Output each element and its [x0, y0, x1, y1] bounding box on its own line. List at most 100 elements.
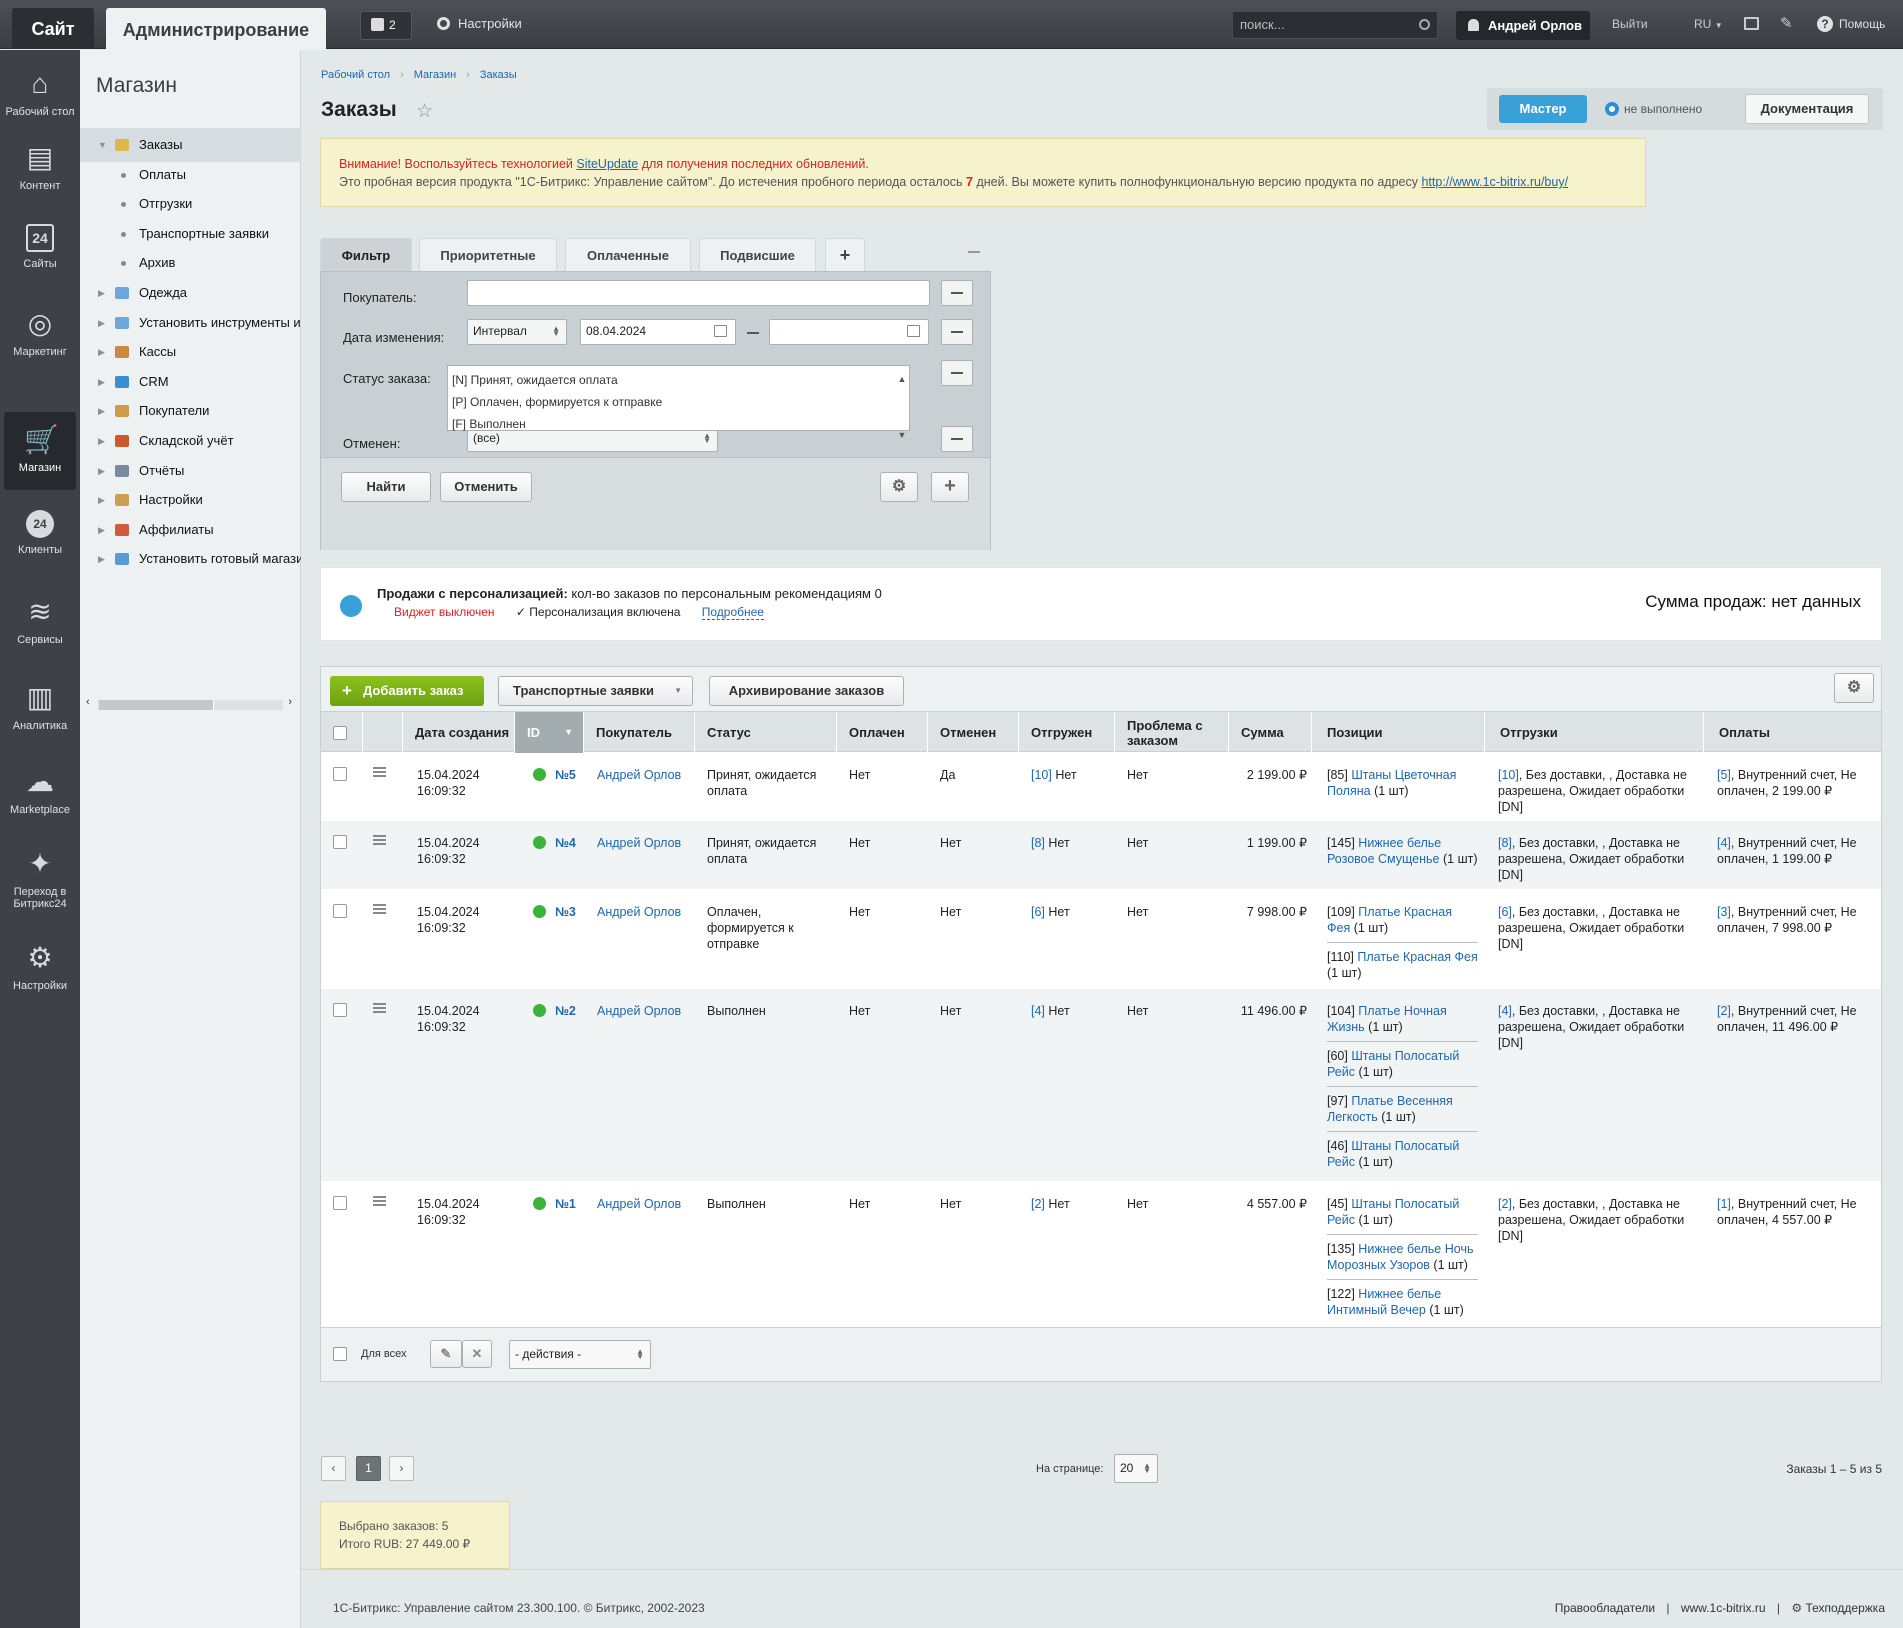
row-menu-icon[interactable] — [373, 835, 386, 847]
scroll-left-icon[interactable]: ‹ — [86, 696, 90, 708]
calendar-icon[interactable] — [907, 325, 920, 337]
col-paid[interactable]: Оплачен — [837, 712, 928, 753]
breadcrumb-item[interactable]: Магазин — [414, 69, 456, 81]
position-link[interactable]: Платье Красная Фея — [1357, 950, 1477, 964]
iconbar-item-sites[interactable]: 24 Сайты — [4, 224, 76, 270]
star-icon[interactable]: ☆ — [416, 100, 433, 123]
breadcrumb-item[interactable]: Заказы — [480, 69, 517, 81]
date-mode-select[interactable]: Интервал ▲ ▼ — [467, 319, 567, 345]
select-all-checkbox[interactable] — [333, 725, 347, 740]
row-checkbox[interactable] — [333, 1003, 347, 1017]
actions-select[interactable]: - действия - ▲ ▼ — [509, 1340, 651, 1369]
table-settings-button[interactable]: ⚙ — [1834, 673, 1874, 703]
shipment-link[interactable]: [6] — [1498, 905, 1512, 919]
shipped-link[interactable]: [10] — [1031, 768, 1052, 782]
col-sum[interactable]: Сумма — [1229, 712, 1312, 753]
shipment-link[interactable]: [2] — [1498, 1197, 1512, 1211]
siteupdate-link[interactable]: SiteUpdate — [576, 157, 638, 171]
per-page-select[interactable]: 20 ▲ ▼ — [1114, 1454, 1158, 1483]
scroll-right-icon[interactable]: › — [288, 696, 292, 708]
logout-link[interactable]: Выйти — [1612, 17, 1648, 31]
payment-link[interactable]: [2] — [1717, 1004, 1731, 1018]
table-row[interactable]: 15.04.2024 16:09:32 №3 Андрей Орлов Оплачен,… — [321, 890, 1881, 989]
search-input[interactable]: поиск... — [1232, 11, 1438, 39]
col-payments[interactable]: Оплаты — [1704, 712, 1881, 753]
payment-link[interactable]: [4] — [1717, 836, 1731, 850]
language-select[interactable]: RU ▼ — [1694, 17, 1723, 31]
shipment-link[interactable]: [4] — [1498, 1004, 1512, 1018]
col-canceled[interactable]: Отменен — [928, 712, 1019, 753]
admin-tab[interactable]: Администрирование — [106, 8, 326, 50]
site-link[interactable]: www.1c-bitrix.ru — [1681, 1601, 1766, 1615]
col-status[interactable]: Статус — [695, 712, 837, 753]
breadcrumb-item[interactable]: Рабочий стол — [321, 69, 390, 81]
iconbar-item-analytics[interactable]: ▥ Аналитика — [4, 682, 76, 732]
date-to-input[interactable] — [769, 319, 929, 345]
shipment-link[interactable]: [8] — [1498, 836, 1512, 850]
scroll-thumb[interactable] — [99, 700, 214, 710]
order-id-link[interactable]: №5 — [555, 768, 576, 782]
support-link[interactable]: Техподдержка — [1805, 1601, 1885, 1615]
add-filter-field-button[interactable]: + — [931, 472, 969, 502]
iconbar-item-content[interactable]: ▤ Контент — [4, 142, 76, 192]
add-tab-button[interactable]: + — [825, 238, 865, 271]
shipped-link[interactable]: [8] — [1031, 836, 1045, 850]
iconbar-item-marketing[interactable]: ◎ Маркетинг — [4, 308, 76, 358]
expand-right-icon[interactable]: ▶ — [98, 542, 105, 576]
order-id-link[interactable]: №1 — [555, 1197, 576, 1211]
order-id-link[interactable]: №2 — [555, 1004, 576, 1018]
iconbar-item-clients[interactable]: 24 Клиенты — [4, 510, 76, 556]
buy-link[interactable]: http://www.1c-bitrix.ru/buy/ — [1421, 175, 1568, 189]
row-menu-icon[interactable] — [373, 767, 386, 779]
menu-horizontal-scrollbar[interactable]: ‹ › — [84, 696, 296, 714]
iconbar-item-settings[interactable]: ⚙ Настройки — [4, 942, 76, 992]
more-link[interactable]: Подробнее — [701, 605, 764, 620]
remove-buyer-field-button[interactable] — [941, 280, 973, 306]
next-page-button[interactable]: › — [389, 1456, 414, 1481]
iconbar-item-bitrix24[interactable]: ✦ Переход в Битрикс24 — [4, 848, 76, 910]
buyer-input[interactable] — [467, 280, 930, 306]
col-shipped[interactable]: Отгружен — [1019, 712, 1115, 753]
status-option[interactable]: [N] Принят, ожидается оплата — [452, 369, 905, 391]
iconbar-item-shop[interactable]: 🛒 Магазин — [4, 412, 76, 490]
help-link[interactable]: ? Помощь — [1817, 16, 1885, 32]
payment-link[interactable]: [1] — [1717, 1197, 1731, 1211]
row-menu-icon[interactable] — [373, 904, 386, 916]
row-menu-icon[interactable] — [373, 1003, 386, 1015]
collapse-filter-icon[interactable] — [968, 251, 980, 253]
top-settings-link[interactable]: Настройки — [437, 16, 522, 31]
shipped-link[interactable]: [2] — [1031, 1197, 1045, 1211]
row-menu-icon[interactable] — [373, 1196, 386, 1208]
col-positions[interactable]: Позиции — [1312, 712, 1485, 753]
col-buyer[interactable]: Покупатель — [584, 712, 695, 753]
status-option[interactable]: [F] Выполнен — [452, 413, 905, 435]
site-tab[interactable]: Сайт — [12, 8, 94, 49]
remove-status-field-button[interactable] — [941, 360, 973, 386]
payment-link[interactable]: [3] — [1717, 905, 1731, 919]
find-button[interactable]: Найти — [341, 472, 431, 502]
notifications-button[interactable]: 2 — [360, 11, 412, 40]
date-from-input[interactable]: 08.04.2024 — [580, 319, 736, 345]
buyer-link[interactable]: Андрей Орлов — [597, 768, 681, 782]
archive-orders-button[interactable]: Архивирование заказов — [709, 676, 904, 706]
col-date[interactable]: Дата создания — [403, 712, 515, 753]
col-shipments[interactable]: Отгрузки — [1485, 712, 1704, 753]
buyer-link[interactable]: Андрей Орлов — [597, 1197, 681, 1211]
buyer-link[interactable]: Андрей Орлов — [597, 905, 681, 919]
iconbar-item-marketplace[interactable]: ☁ Marketplace — [4, 766, 76, 816]
shipped-link[interactable]: [6] — [1031, 905, 1045, 919]
window-icon[interactable] — [1744, 17, 1759, 30]
buyer-link[interactable]: Андрей Орлов — [597, 1004, 681, 1018]
row-checkbox[interactable] — [333, 904, 347, 918]
transport-requests-button[interactable]: Транспортные заявки ▼ — [498, 676, 693, 706]
calendar-icon[interactable] — [714, 325, 727, 337]
shipment-link[interactable]: [10] — [1498, 768, 1519, 782]
iconbar-item-desktop[interactable]: ⌂ Рабочий стол — [4, 68, 76, 118]
status-multiselect[interactable]: [N] Принят, ожидается оплата [P] Оплачен… — [447, 365, 910, 440]
prev-page-button[interactable]: ‹ — [321, 1456, 346, 1481]
menu-item[interactable]: ▶ Установить готовый магази — [80, 542, 301, 576]
table-row[interactable]: 15.04.2024 16:09:32 №5 Андрей Орлов Принят, … — [321, 753, 1881, 821]
pin-icon[interactable]: ✎ — [1780, 14, 1793, 32]
buyer-link[interactable]: Андрей Орлов — [597, 836, 681, 850]
user-button[interactable]: Андрей Орлов — [1456, 11, 1590, 40]
